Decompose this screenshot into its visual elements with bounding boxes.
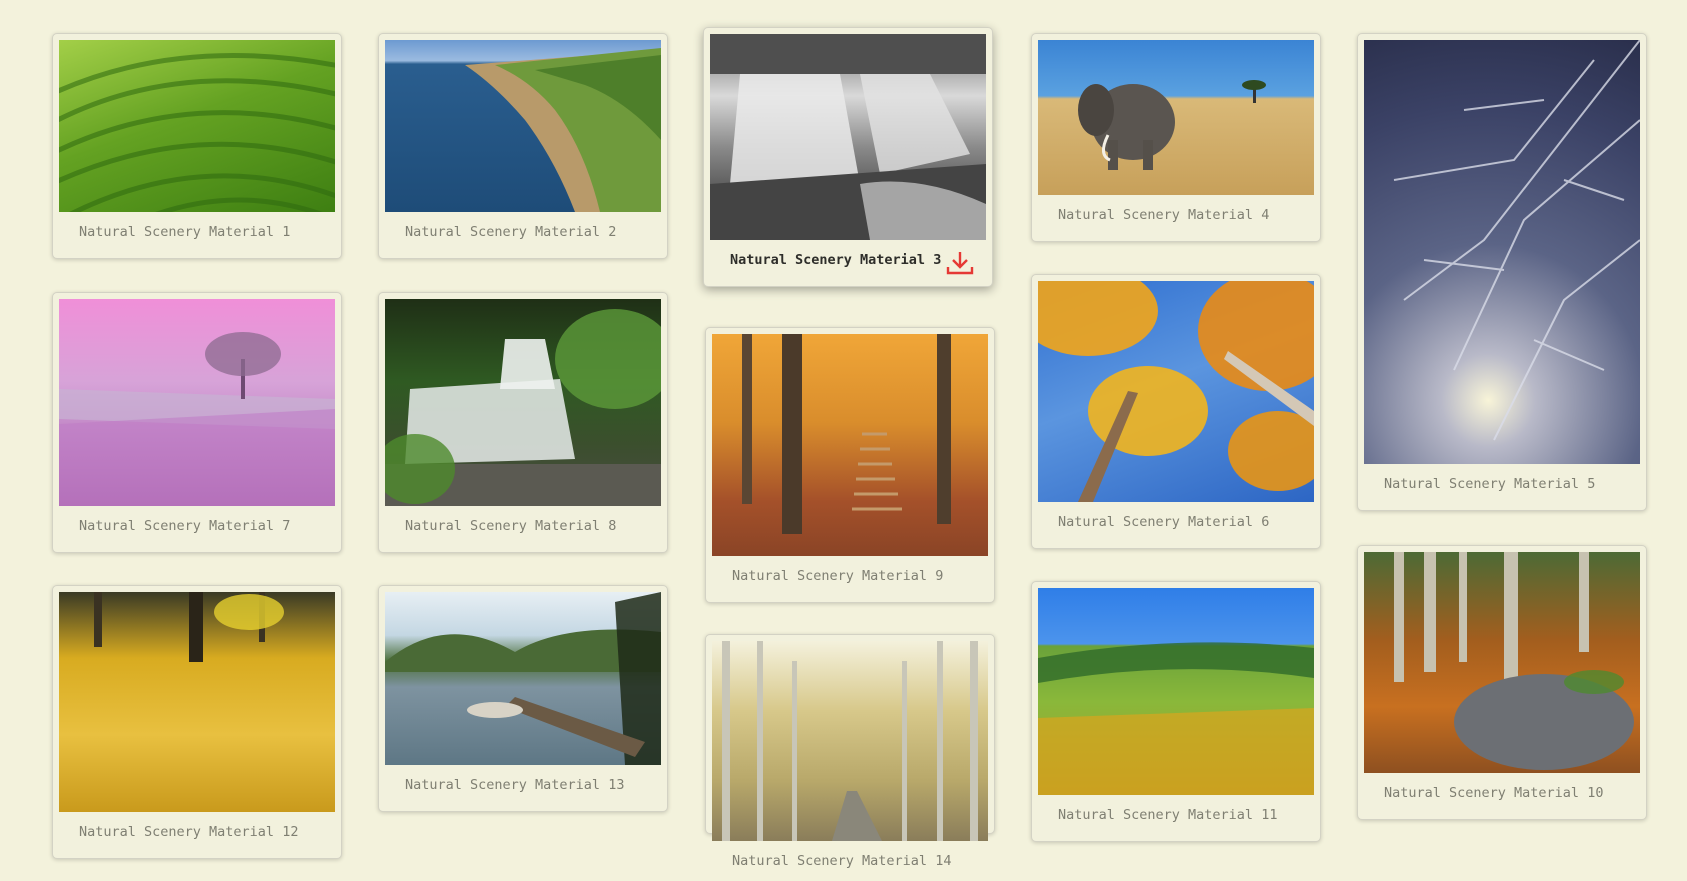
gallery-card[interactable]: Natural Scenery Material 12 (52, 585, 342, 859)
card-image[interactable] (712, 334, 988, 556)
aspen-forest-graphic (1394, 552, 1634, 770)
download-icon[interactable] (946, 250, 974, 276)
card-image[interactable] (1364, 40, 1640, 464)
card-image[interactable] (59, 299, 335, 506)
card-title: Natural Scenery Material 14 (732, 853, 952, 869)
gallery-card[interactable]: Natural Scenery Material 10 (1357, 545, 1647, 820)
card-image[interactable] (59, 592, 335, 812)
lake-pier-graphic (385, 592, 661, 765)
coast-graphic (465, 48, 661, 212)
gallery-card[interactable]: Natural Scenery Material 9 (705, 327, 995, 603)
card-title: Natural Scenery Material 4 (1058, 207, 1270, 223)
card-title: Natural Scenery Material 3 (730, 252, 942, 268)
card-image[interactable] (59, 40, 335, 212)
card-title: Natural Scenery Material 8 (405, 518, 617, 534)
card-title: Natural Scenery Material 1 (79, 224, 291, 240)
card-image[interactable] (385, 299, 661, 506)
gallery-card[interactable]: Natural Scenery Material 5 (1357, 33, 1647, 511)
elephant-graphic (1078, 80, 1266, 170)
card-image[interactable] (1364, 552, 1640, 773)
card-image[interactable] (385, 592, 661, 765)
golden-trees-graphic (1038, 281, 1314, 502)
card-image[interactable] (710, 34, 986, 240)
card-title: Natural Scenery Material 11 (1058, 807, 1278, 823)
card-title: Natural Scenery Material 13 (405, 777, 625, 793)
card-title: Natural Scenery Material 10 (1384, 785, 1604, 801)
card-image[interactable] (712, 641, 988, 841)
gallery-card[interactable]: Natural Scenery Material 11 (1031, 581, 1321, 842)
card-title: Natural Scenery Material 5 (1384, 476, 1596, 492)
gallery-card[interactable]: Natural Scenery Material 14 (705, 634, 995, 869)
card-title: Natural Scenery Material 9 (732, 568, 944, 584)
fallen-leaves-graphic (94, 592, 284, 662)
gallery-card[interactable]: Natural Scenery Material 6 (1031, 274, 1321, 549)
forest-waterfall-graphic (385, 309, 661, 506)
sunflower-field-graphic (1038, 642, 1314, 795)
card-title: Natural Scenery Material 7 (79, 518, 291, 534)
card-image[interactable] (1038, 40, 1314, 195)
gallery-card[interactable]: Natural Scenery Material 13 (378, 585, 668, 812)
card-title: Natural Scenery Material 6 (1058, 514, 1270, 530)
tea-rows-graphic (59, 52, 335, 212)
misty-river-graphic (59, 332, 335, 506)
gallery-card[interactable]: Natural Scenery Material 3 (703, 27, 993, 287)
gallery-card[interactable]: Natural Scenery Material 8 (378, 292, 668, 553)
card-image[interactable] (1038, 588, 1314, 795)
card-image[interactable] (1038, 281, 1314, 502)
gallery-card[interactable]: Natural Scenery Material 1 (52, 33, 342, 259)
gallery-card[interactable]: Natural Scenery Material 4 (1031, 33, 1321, 242)
gallery-card[interactable]: Natural Scenery Material 2 (378, 33, 668, 259)
frosted-branches-graphic (1393, 40, 1640, 441)
gallery-card[interactable]: Natural Scenery Material 7 (52, 292, 342, 553)
card-image[interactable] (385, 40, 661, 212)
forest-steps-graphic (742, 334, 951, 534)
waterfall-graphic (710, 34, 986, 240)
card-title: Natural Scenery Material 2 (405, 224, 617, 240)
tree-road-graphic (722, 641, 978, 841)
card-title: Natural Scenery Material 12 (79, 824, 299, 840)
